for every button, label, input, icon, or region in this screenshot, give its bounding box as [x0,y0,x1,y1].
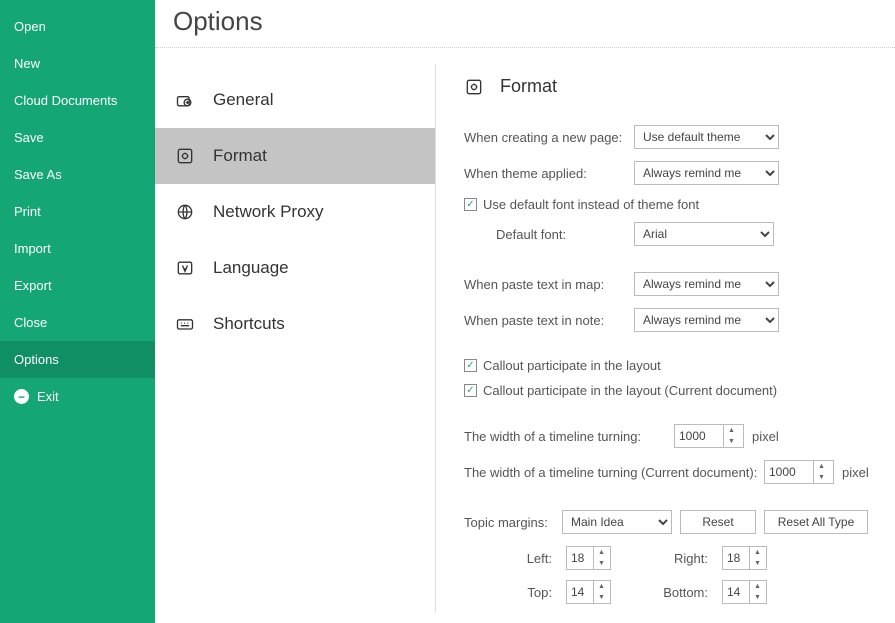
globe-icon [175,202,195,222]
sidebar-item-save-as[interactable]: Save As [0,156,155,193]
stepper-down-icon[interactable]: ▼ [814,472,829,483]
margin-top-label: Top: [488,585,558,600]
callout-layout-checkbox[interactable]: ✓ [464,359,477,372]
minus-icon: − [14,389,29,404]
theme-applied-select[interactable]: Always remind me [634,161,779,185]
timeline-width-input[interactable]: ▲▼ [674,424,744,448]
sidebar-item-new[interactable]: New [0,45,155,82]
stepper-up-icon[interactable]: ▲ [594,581,609,592]
stepper-up-icon[interactable]: ▲ [750,547,765,558]
paste-map-label: When paste text in map: [464,277,634,292]
margin-top-value[interactable] [567,581,593,603]
keyboard-icon [175,314,195,334]
tab-network-proxy[interactable]: Network Proxy [155,184,435,240]
sidebar-item-close[interactable]: Close [0,304,155,341]
margin-bottom-value[interactable] [723,581,749,603]
theme-applied-label: When theme applied: [464,166,634,181]
sidebar-item-label: New [14,56,40,71]
tab-format[interactable]: Format [155,128,435,184]
callout-layout-current-checkbox[interactable]: ✓ [464,384,477,397]
sidebar-item-label: Exit [37,389,59,404]
panel-title: Format [500,76,557,97]
sidebar-item-open[interactable]: Open [0,8,155,45]
pixel-unit: pixel [842,465,869,480]
paste-note-label: When paste text in note: [464,313,634,328]
sidebar-item-label: Open [14,19,46,34]
page-title: Options [155,0,895,48]
sidebar-item-options[interactable]: Options [0,341,155,378]
timeline-width-label: The width of a timeline turning: [464,429,674,444]
sidebar-item-print[interactable]: Print [0,193,155,230]
sidebar: Open New Cloud Documents Save Save As Pr… [0,0,155,623]
margin-bottom-label: Bottom: [634,585,714,600]
margin-bottom-input[interactable]: ▲▼ [722,580,767,604]
reset-button[interactable]: Reset [680,510,756,534]
margin-left-label: Left: [488,551,558,566]
default-font-label: Default font: [496,227,634,242]
tab-label: General [213,90,273,110]
tab-label: Language [213,258,289,278]
tab-label: Network Proxy [213,202,324,222]
default-font-select[interactable]: Arial [634,222,774,246]
callout-layout-label: Callout participate in the layout [483,358,661,373]
timeline-width-current-value[interactable] [765,461,813,483]
sidebar-item-label: Export [14,278,52,293]
panel-header: Format [464,76,885,97]
new-page-label: When creating a new page: [464,130,634,145]
paste-map-select[interactable]: Always remind me [634,272,779,296]
sidebar-item-label: Cloud Documents [14,93,117,108]
stepper-down-icon[interactable]: ▼ [594,592,609,603]
margin-right-label: Right: [634,551,714,566]
format-icon [464,77,484,97]
sidebar-item-exit[interactable]: − Exit [0,378,155,415]
margin-top-input[interactable]: ▲▼ [566,580,611,604]
pixel-unit: pixel [752,429,779,444]
new-page-select[interactable]: Use default theme [634,125,779,149]
options-tabs: General Format Network Proxy [155,54,435,623]
stepper-down-icon[interactable]: ▼ [750,592,765,603]
gear-icon [175,90,195,110]
language-icon [175,258,195,278]
timeline-width-value[interactable] [675,425,723,447]
main: Options General Format [155,0,895,623]
paste-note-select[interactable]: Always remind me [634,308,779,332]
margin-left-value[interactable] [567,547,593,569]
tab-language[interactable]: Language [155,240,435,296]
stepper-up-icon[interactable]: ▲ [724,425,739,436]
topic-margins-label: Topic margins: [464,515,554,530]
use-default-font-checkbox[interactable]: ✓ [464,198,477,211]
tab-label: Shortcuts [213,314,285,334]
topic-margins-select[interactable]: Main Idea [562,510,672,534]
format-panel: Format When creating a new page: Use def… [436,54,895,623]
stepper-up-icon[interactable]: ▲ [750,581,765,592]
sidebar-item-label: Close [14,315,47,330]
callout-layout-current-label: Callout participate in the layout (Curre… [483,383,777,398]
timeline-width-current-label: The width of a timeline turning (Current… [464,465,764,480]
sidebar-item-save[interactable]: Save [0,119,155,156]
margin-right-input[interactable]: ▲▼ [722,546,767,570]
format-icon [175,146,195,166]
sidebar-item-label: Save [14,130,44,145]
sidebar-item-label: Save As [14,167,62,182]
reset-all-type-button[interactable]: Reset All Type [764,510,868,534]
sidebar-item-label: Print [14,204,41,219]
sidebar-item-cloud-documents[interactable]: Cloud Documents [0,82,155,119]
sidebar-item-label: Options [14,352,59,367]
stepper-down-icon[interactable]: ▼ [724,436,739,447]
stepper-up-icon[interactable]: ▲ [814,461,829,472]
sidebar-item-export[interactable]: Export [0,267,155,304]
use-default-font-label: Use default font instead of theme font [483,197,699,212]
tab-shortcuts[interactable]: Shortcuts [155,296,435,352]
tab-label: Format [213,146,267,166]
tab-general[interactable]: General [155,72,435,128]
margin-left-input[interactable]: ▲▼ [566,546,611,570]
sidebar-item-label: Import [14,241,51,256]
stepper-down-icon[interactable]: ▼ [594,558,609,569]
sidebar-item-import[interactable]: Import [0,230,155,267]
timeline-width-current-input[interactable]: ▲▼ [764,460,834,484]
stepper-up-icon[interactable]: ▲ [594,547,609,558]
margin-right-value[interactable] [723,547,749,569]
stepper-down-icon[interactable]: ▼ [750,558,765,569]
